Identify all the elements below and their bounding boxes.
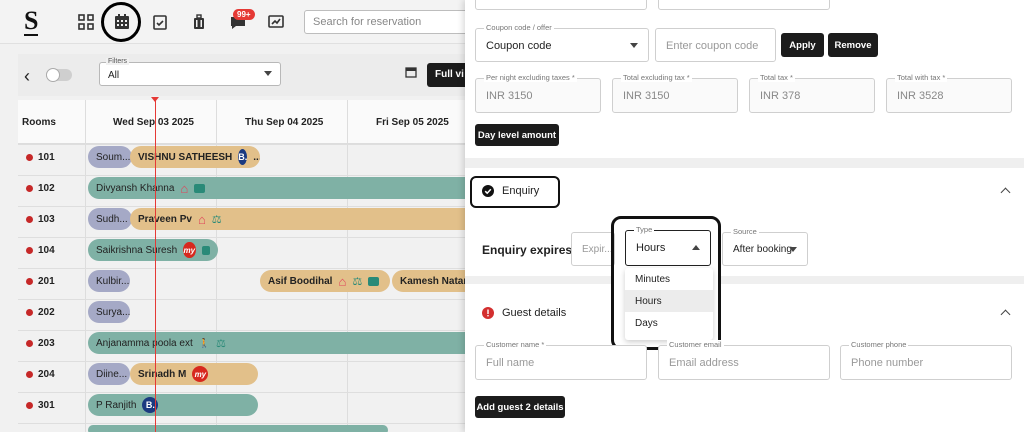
booking-bar[interactable]: Anjanamma poola ext 🚶 ⚖ [88, 332, 465, 354]
section-divider [465, 158, 1024, 168]
calendar-icon[interactable] [112, 12, 132, 32]
customer-email-input[interactable]: Customer email Email address [658, 340, 830, 380]
booking-bar[interactable]: Srinadh Mmy [130, 363, 258, 385]
booking-bar[interactable] [88, 425, 388, 432]
booking-bar[interactable]: Diine... [88, 363, 130, 385]
day-header: Fri Sep 05 2025 [376, 117, 449, 128]
message-icon [194, 183, 206, 193]
type-highlight-box [611, 216, 721, 350]
enquiry-highlight-box [470, 176, 560, 208]
total-tax-field: Total tax * INR 378 [749, 73, 875, 113]
booking-bar[interactable]: Saikrishna Suresh my [88, 239, 218, 261]
makemytrip-icon: my [192, 366, 209, 382]
total-with-tax-field: Total with tax * INR 3528 [886, 73, 1012, 113]
source-select[interactable]: Source After booking [722, 227, 808, 266]
calendar-view: S 99+ Search for reservation ‹ Filters A… [0, 0, 465, 432]
room-label: 102 [26, 183, 55, 194]
customer-phone-input[interactable]: Customer phone Phone number [840, 340, 1012, 380]
top-field-right[interactable] [658, 0, 830, 10]
booking-bar[interactable]: Soum... [88, 146, 132, 168]
booking-bar[interactable]: VISHNU SATHEESHB.... [130, 146, 260, 168]
coupon-label: Coupon code / offer [484, 23, 554, 32]
airbnb-icon: ⌂ [197, 211, 206, 227]
room-label: 204 [26, 369, 55, 380]
coupon-code-input[interactable]: Enter coupon code [655, 28, 776, 62]
booking-com-icon: B. [142, 397, 159, 413]
top-navbar: S 99+ Search for reservation [0, 0, 465, 44]
app-logo[interactable]: S [24, 8, 39, 36]
day-header: Wed Sep 03 2025 [113, 117, 194, 128]
today-indicator-marker [151, 97, 159, 102]
room-label: 301 [26, 400, 55, 411]
filters-label: Filters [106, 58, 130, 65]
booking-bar[interactable]: P Ranjith B. [88, 394, 258, 416]
caret-down-icon [630, 43, 638, 48]
airbnb-icon: ⌂ [180, 180, 189, 196]
top-field-left[interactable] [475, 0, 647, 10]
coupon-value: Coupon code [486, 40, 552, 52]
guest-details-section-header[interactable]: Guest details [482, 307, 566, 319]
luggage-icon[interactable] [189, 12, 209, 32]
room-label: 201 [26, 276, 55, 287]
balance-scale-icon: ⚖ [352, 275, 363, 288]
dashboard-icon[interactable] [76, 12, 96, 32]
view-toggle[interactable] [46, 68, 72, 82]
filters-value: All [108, 70, 120, 81]
rooms-column-header: Rooms [22, 117, 56, 128]
booking-bar[interactable]: Praveen Pv ⌂ ⚖ [130, 208, 465, 230]
date-picker-icon[interactable] [405, 66, 417, 81]
reports-icon[interactable] [266, 12, 286, 32]
section-divider [465, 276, 611, 284]
booking-com-icon: B. [238, 149, 248, 165]
airbnb-icon: ⌂ [338, 273, 347, 289]
error-circle-icon [482, 307, 494, 319]
balance-scale-icon: ⚖ [211, 213, 222, 226]
walking-person-icon: 🚶 [198, 337, 210, 348]
apply-button[interactable]: Apply [781, 33, 824, 57]
room-label: 104 [26, 245, 55, 256]
booking-bar[interactable]: Asif Boodihal ⌂ ⚖ [260, 270, 390, 292]
add-guest-button[interactable]: Add guest 2 details [475, 396, 565, 418]
booking-bar[interactable]: Sudh... [88, 208, 132, 230]
makemytrip-icon: my [183, 242, 196, 258]
per-night-field: Per night excluding taxes * INR 3150 [475, 73, 601, 113]
room-label: 103 [26, 214, 55, 225]
booking-bar[interactable]: Divyansh Khanna ⌂ [88, 177, 465, 199]
today-indicator-line [155, 100, 156, 432]
room-label: 203 [26, 338, 55, 349]
booking-bar[interactable]: Kamesh Nataraj [392, 270, 465, 292]
day-level-amount-button[interactable]: Day level amount [475, 124, 559, 146]
booking-bar[interactable]: Surya... [88, 301, 130, 323]
caret-down-icon [789, 247, 797, 252]
balance-scale-icon: ⚖ [215, 337, 226, 350]
reservation-search-input[interactable]: Search for reservation [304, 10, 465, 34]
message-icon [201, 245, 210, 255]
expiry-value-input[interactable]: Expir... [571, 232, 615, 266]
coupon-select[interactable]: Coupon code / offer Coupon code [475, 23, 649, 62]
notification-badge: 99+ [233, 9, 255, 20]
day-header: Thu Sep 04 2025 [245, 117, 324, 128]
room-label: 101 [26, 152, 55, 163]
booking-bar[interactable]: Kulbir... [88, 270, 130, 292]
source-label: Source [731, 227, 759, 236]
room-label: 202 [26, 307, 55, 318]
remove-button[interactable]: Remove [828, 33, 878, 57]
source-value: After booking [733, 244, 792, 255]
section-divider [721, 276, 1024, 284]
message-icon [368, 276, 380, 286]
caret-down-icon [264, 71, 272, 76]
total-excluding-tax-field: Total excluding tax * INR 3150 [612, 73, 738, 113]
full-view-button[interactable]: Full vi [427, 63, 465, 87]
filters-select[interactable]: Filters All [99, 58, 281, 86]
customer-name-input[interactable]: Customer name * Full name [475, 340, 647, 380]
back-arrow-icon[interactable]: ‹ [24, 66, 30, 87]
task-check-icon[interactable] [150, 12, 170, 32]
